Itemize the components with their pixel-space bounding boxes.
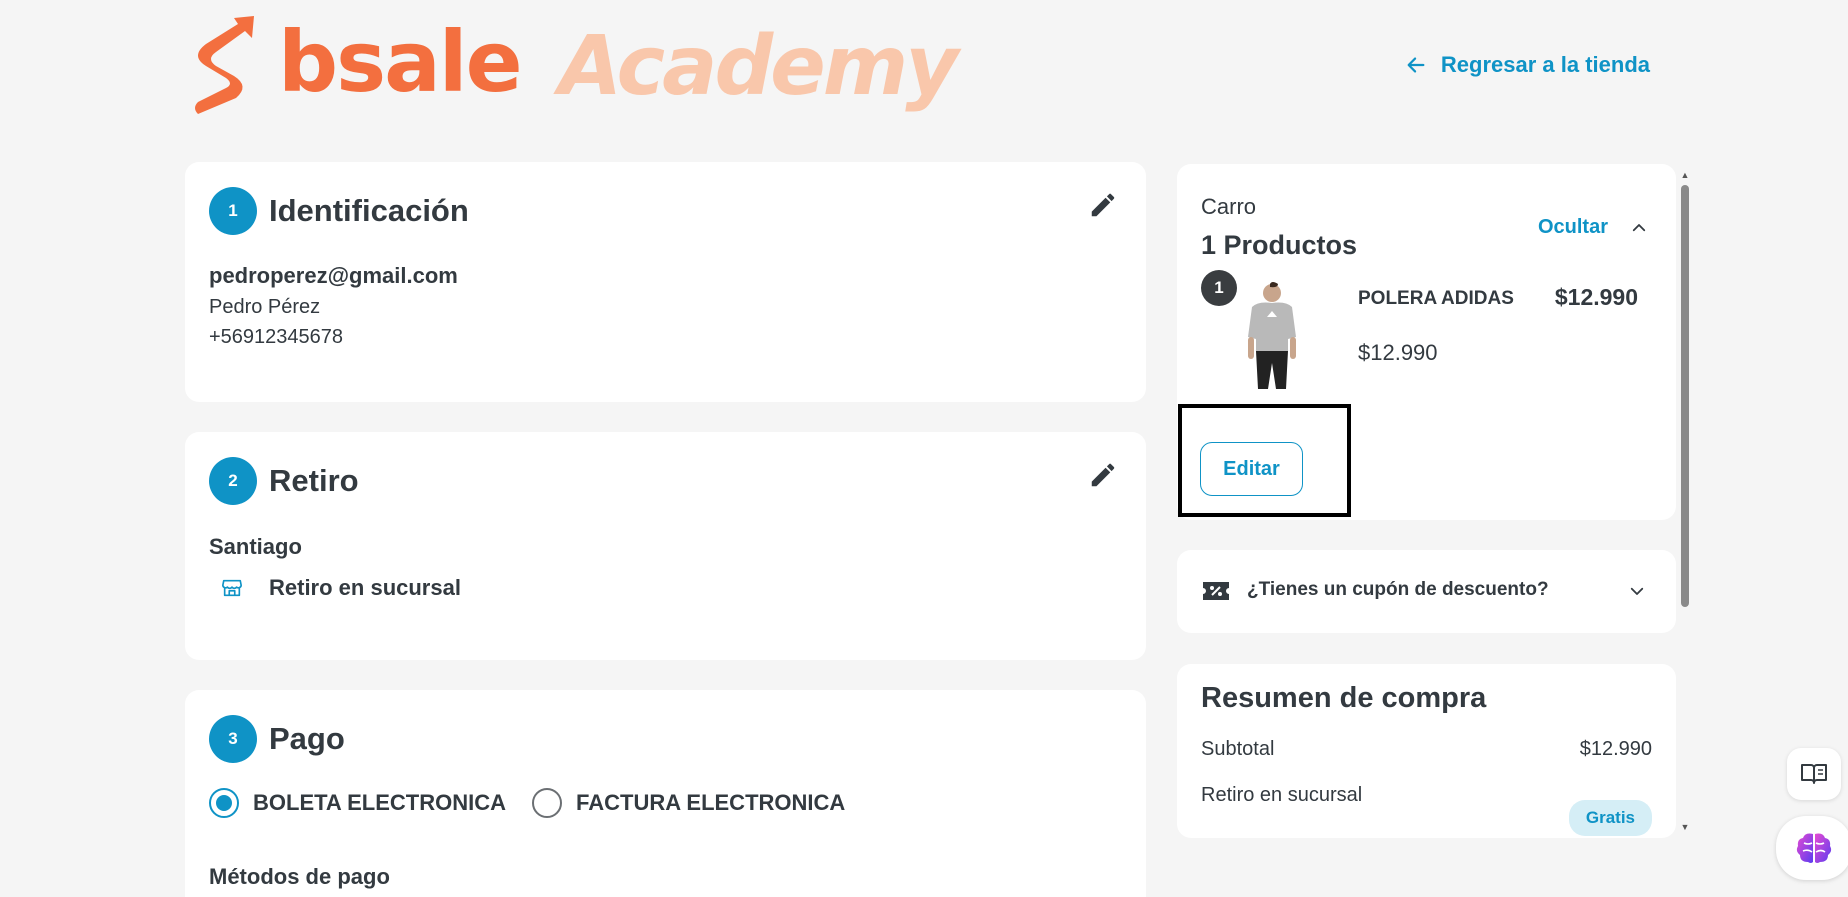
cart-product-count: 1 Productos (1201, 230, 1358, 260)
coupon-prompt: ¿Tienes un cupón de descuento? (1247, 579, 1549, 600)
subtotal-label: Subtotal (1201, 738, 1275, 760)
hide-cart-toggle[interactable]: Ocultar (1538, 216, 1648, 239)
highlight-box (1178, 404, 1351, 517)
scroll-up-arrow[interactable]: ▲ (1680, 170, 1690, 180)
step-number-badge: 3 (209, 715, 257, 763)
pencil-icon[interactable] (1088, 190, 1118, 220)
step-number-badge: 1 (209, 187, 257, 235)
purchase-summary-card: Resumen de compra Subtotal $12.990 Retir… (1177, 664, 1676, 838)
step-number-badge: 2 (209, 457, 257, 505)
pickup-city: Santiago (209, 534, 302, 559)
subtotal-row: Subtotal $12.990 (1201, 738, 1652, 761)
identification-heading: 1 Identificación (209, 187, 469, 235)
radio-factura[interactable]: FACTURA ELECTRONICA (532, 788, 845, 818)
bsale-academy-logo[interactable]: bsale Academy (190, 13, 959, 114)
product-total-price: $12.990 (1554, 284, 1638, 310)
section-title: Identificación (269, 193, 469, 228)
shipping-row: Retiro en sucursal Gratis (1201, 784, 1652, 836)
guide-book-button[interactable] (1787, 748, 1841, 800)
pickup-card: 2 Retiro Santiago Retiro en sucursal (185, 432, 1146, 660)
back-to-store-link[interactable]: Regresar a la tienda (1405, 52, 1650, 78)
pencil-icon[interactable] (1088, 460, 1118, 490)
product-name: POLERA ADIDAS (1358, 288, 1514, 309)
customer-phone: +56912345678 (209, 326, 344, 348)
payment-card: 3 Pago BOLETA ELECTRONICA FACTURA ELECTR… (185, 690, 1146, 897)
arrow-left-icon (1407, 57, 1425, 73)
toggle-label: Ocultar (1537, 216, 1608, 238)
pickup-heading: 2 Retiro (209, 457, 359, 505)
scrollbar-thumb[interactable] (1681, 185, 1689, 607)
pickup-method: Retiro en sucursal (221, 575, 461, 601)
back-link-label: Regresar a la tienda (1440, 52, 1650, 77)
radio-label: FACTURA ELECTRONICA (576, 790, 846, 815)
identification-card: 1 Identificación pedroperez@gmail.com Pe… (185, 162, 1146, 402)
coupon-accordion[interactable]: ¿Tienes un cupón de descuento? (1177, 550, 1676, 633)
open-book-icon (1801, 764, 1827, 784)
free-badge: Gratis (1568, 800, 1652, 836)
brain-icon (1796, 833, 1832, 863)
radio-label: BOLETA ELECTRONICA (253, 790, 506, 815)
coupon-ticket-icon (1203, 582, 1229, 600)
bsale-logo-icon (195, 16, 254, 114)
customer-email: pedroperez@gmail.com (209, 263, 458, 288)
cart-label: Carro (1201, 194, 1257, 219)
product-unit-price: $12.990 (1358, 340, 1438, 365)
payment-heading: 3 Pago (209, 715, 345, 763)
summary-title: Resumen de compra (1201, 682, 1487, 714)
radio-empty-icon (532, 788, 562, 818)
chevron-down-icon (1630, 587, 1644, 595)
section-title: Pago (269, 721, 345, 756)
payment-methods-heading: Métodos de pago (209, 864, 390, 889)
academy-wordmark: Academy (558, 19, 959, 114)
radio-boleta[interactable]: BOLETA ELECTRONICA (209, 788, 506, 818)
shipping-label: Retiro en sucursal (1201, 784, 1363, 806)
product-thumbnail (1248, 282, 1296, 389)
chevron-up-icon (1632, 223, 1646, 231)
brand-wordmark: bsale (278, 13, 523, 111)
scroll-down-arrow[interactable]: ▼ (1680, 822, 1690, 832)
subtotal-value: $12.990 (1579, 738, 1652, 760)
section-title: Retiro (269, 463, 359, 498)
document-type-options: BOLETA ELECTRONICA FACTURA ELECTRONICA (209, 788, 845, 818)
customer-name: Pedro Pérez (209, 296, 321, 318)
radio-selected-icon (209, 788, 239, 818)
store-icon (222, 579, 242, 597)
ai-assistant-button[interactable] (1776, 816, 1848, 880)
pickup-method-label: Retiro en sucursal (269, 575, 461, 600)
quantity-badge: 1 (1201, 270, 1237, 306)
